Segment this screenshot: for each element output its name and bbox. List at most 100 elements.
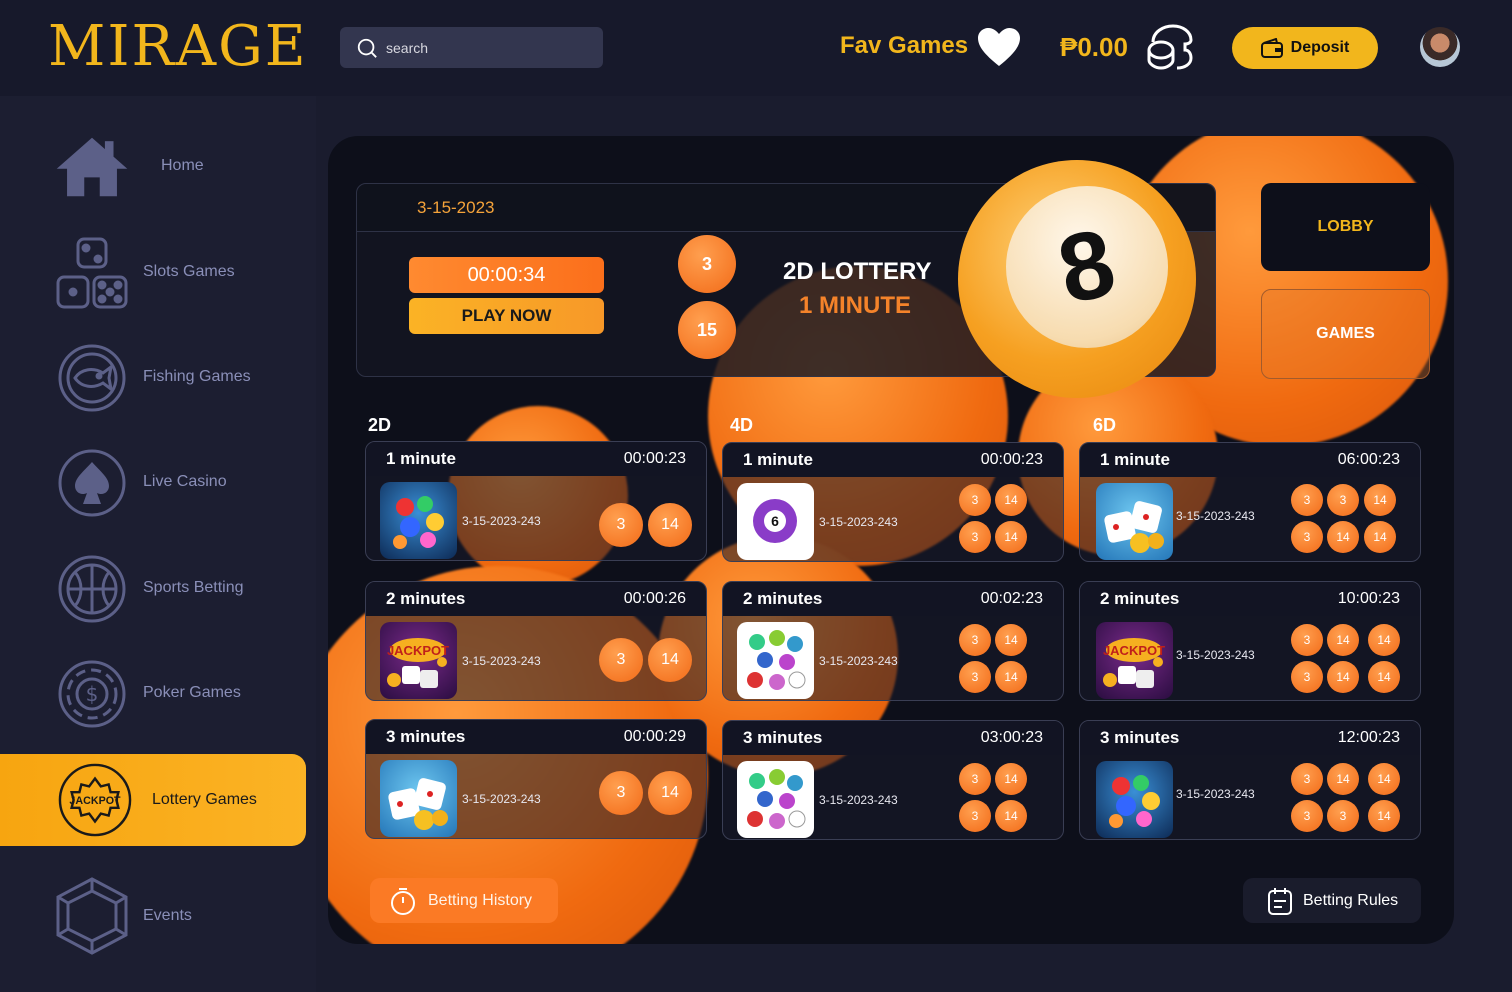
betting-rules-button[interactable]: Betting Rules — [1243, 878, 1421, 923]
card-timer: 00:00:23 — [623, 450, 686, 467]
result-ball: 3 — [959, 484, 991, 516]
card-draw-id: 3-15-2023-243 — [1176, 787, 1255, 801]
card-draw-id: 3-15-2023-243 — [1176, 648, 1255, 662]
dice-icon — [55, 236, 129, 310]
sidebar-item-fishing[interactable]: Fishing Games — [0, 331, 306, 423]
card-timer: 10:00:23 — [1337, 590, 1400, 607]
betting-history-label: Betting History — [428, 891, 533, 909]
sidebar-item-label: Fishing Games — [143, 368, 251, 385]
result-ball: 3 — [1291, 484, 1323, 516]
lottery-card[interactable]: 1 minute 00:00:23 3-15-2023-243 3 14 — [365, 441, 707, 561]
brand-logo[interactable]: MIRAGE — [48, 14, 308, 79]
fav-games-link[interactable]: Fav Games — [840, 32, 968, 60]
result-ball: 14 — [1368, 763, 1400, 795]
result-ball: 3 — [678, 235, 736, 293]
basketball-icon — [55, 552, 129, 626]
result-ball: 3 — [959, 624, 991, 656]
result-ball: 14 — [1368, 661, 1400, 693]
sidebar-item-label: Live Casino — [143, 473, 227, 490]
lottery-card[interactable]: 3 minutes 00:00:29 3-15-2023-243 3 14 — [365, 719, 707, 839]
heart-icon[interactable] — [976, 26, 1022, 68]
sidebar-item-home[interactable]: Home — [0, 120, 306, 212]
game-thumbnail — [737, 761, 814, 838]
lottery-card[interactable]: 3 minutes 12:00:23 3-15-2023-243 3 14 14 … — [1079, 720, 1421, 840]
result-ball: 3 — [959, 661, 991, 693]
thumbnail-jackpot-text: JACKPOT — [1103, 643, 1165, 658]
coin-stack-icon[interactable] — [1145, 24, 1195, 70]
diamond-icon — [55, 877, 129, 955]
result-ball: 3 — [1327, 484, 1359, 516]
result-ball: 3 — [599, 503, 643, 547]
lottery-panel: 3-15-2023 00:00:34 PLAY NOW 3 15 2D LOTT… — [328, 136, 1454, 944]
card-title: 2 minutes — [743, 589, 823, 608]
card-header: 2 minutes 10:00:23 — [1080, 582, 1420, 616]
game-thumbnail: JACKPOT — [1096, 622, 1173, 699]
deposit-button[interactable]: Deposit — [1232, 27, 1378, 69]
sidebar-item-lottery[interactable]: JACKPOT Lottery Games — [0, 754, 306, 846]
card-header: 3 minutes 03:00:23 — [723, 721, 1063, 755]
lottery-card[interactable]: 1 minute 06:00:23 3-15-2023-243 3 3 14 3 … — [1079, 442, 1421, 562]
sidebar-item-label: Poker Games — [143, 684, 241, 701]
card-title: 3 minutes — [1100, 728, 1180, 747]
result-ball: 14 — [1364, 484, 1396, 516]
wallet-icon — [1260, 38, 1283, 58]
featured-title: 2D LOTTERY — [783, 258, 932, 285]
card-draw-id: 3-15-2023-243 — [819, 793, 898, 807]
sidebar-item-live-casino[interactable]: Live Casino — [0, 436, 306, 528]
games-button[interactable]: GAMES — [1261, 289, 1430, 379]
sidebar: Home Slots Games Fishing Games Live Casi… — [0, 96, 316, 992]
result-ball: 3 — [959, 521, 991, 553]
card-draw-id: 3-15-2023-243 — [819, 515, 898, 529]
card-draw-id: 3-15-2023-243 — [462, 792, 541, 806]
lottery-card[interactable]: 2 minutes 00:00:26 JACKPOT 3-15-2023-243 … — [365, 581, 707, 701]
play-now-button[interactable]: PLAY NOW — [409, 298, 604, 334]
jackpot-icon: JACKPOT — [58, 763, 132, 837]
column-title-4d: 4D — [730, 415, 754, 435]
card-title: 2 minutes — [1100, 589, 1180, 608]
card-title: 2 minutes — [386, 589, 466, 608]
sidebar-item-label: Sports Betting — [143, 579, 244, 596]
sidebar-item-sports[interactable]: Sports Betting — [0, 542, 306, 634]
spade-icon — [55, 446, 129, 520]
lottery-card[interactable]: 3 minutes 03:00:23 3-15-2023-243 3 14 3 1… — [722, 720, 1064, 840]
lottery-card[interactable]: 1 minute 00:00:23 6 3-15-2023-243 3 14 3 … — [722, 442, 1064, 562]
betting-history-button[interactable]: Betting History — [370, 878, 558, 923]
card-title: 1 minute — [386, 449, 456, 468]
sidebar-item-label: Lottery Games — [152, 791, 257, 808]
card-timer: 12:00:23 — [1337, 729, 1400, 746]
card-header: 1 minute 00:00:23 — [723, 443, 1063, 477]
card-timer: 00:00:26 — [623, 590, 686, 607]
search-box[interactable] — [340, 27, 603, 68]
result-ball: 3 — [959, 763, 991, 795]
sidebar-item-events[interactable]: Events — [0, 870, 306, 962]
card-title: 3 minutes — [743, 728, 823, 747]
lobby-button[interactable]: LOBBY — [1261, 183, 1430, 271]
game-thumbnail — [380, 760, 457, 837]
avatar[interactable] — [1420, 27, 1460, 67]
card-title: 1 minute — [743, 450, 813, 469]
game-thumbnail — [1096, 483, 1173, 560]
result-ball: 14 — [1368, 624, 1400, 656]
result-ball: 14 — [1327, 624, 1359, 656]
card-timer: 00:00:29 — [623, 728, 686, 745]
poker-chip-icon: $ — [55, 657, 129, 731]
card-header: 2 minutes 00:00:26 — [366, 582, 706, 616]
svg-text:$: $ — [86, 682, 99, 706]
result-ball: 14 — [995, 521, 1027, 553]
featured-date: 3-15-2023 — [417, 198, 495, 217]
result-ball: 14 — [1327, 521, 1359, 553]
result-ball: 14 — [1368, 800, 1400, 832]
card-header: 3 minutes 12:00:23 — [1080, 721, 1420, 755]
lottery-card[interactable]: 2 minutes 00:02:23 3-15-2023-243 3 14 3 1… — [722, 581, 1064, 701]
result-ball: 3 — [1291, 661, 1323, 693]
sidebar-item-poker[interactable]: $ Poker Games — [0, 647, 306, 739]
result-ball: 3 — [1291, 624, 1323, 656]
eight-ball-face: 8 — [1006, 186, 1168, 348]
result-ball: 14 — [995, 763, 1027, 795]
game-thumbnail — [380, 482, 457, 559]
lottery-card[interactable]: 2 minutes 10:00:23 JACKPOT 3-15-2023-243 … — [1079, 581, 1421, 701]
sidebar-item-slots[interactable]: Slots Games — [0, 226, 306, 318]
search-input[interactable] — [386, 39, 586, 56]
result-ball: 3 — [1291, 521, 1323, 553]
sidebar-item-label: Events — [143, 907, 192, 924]
